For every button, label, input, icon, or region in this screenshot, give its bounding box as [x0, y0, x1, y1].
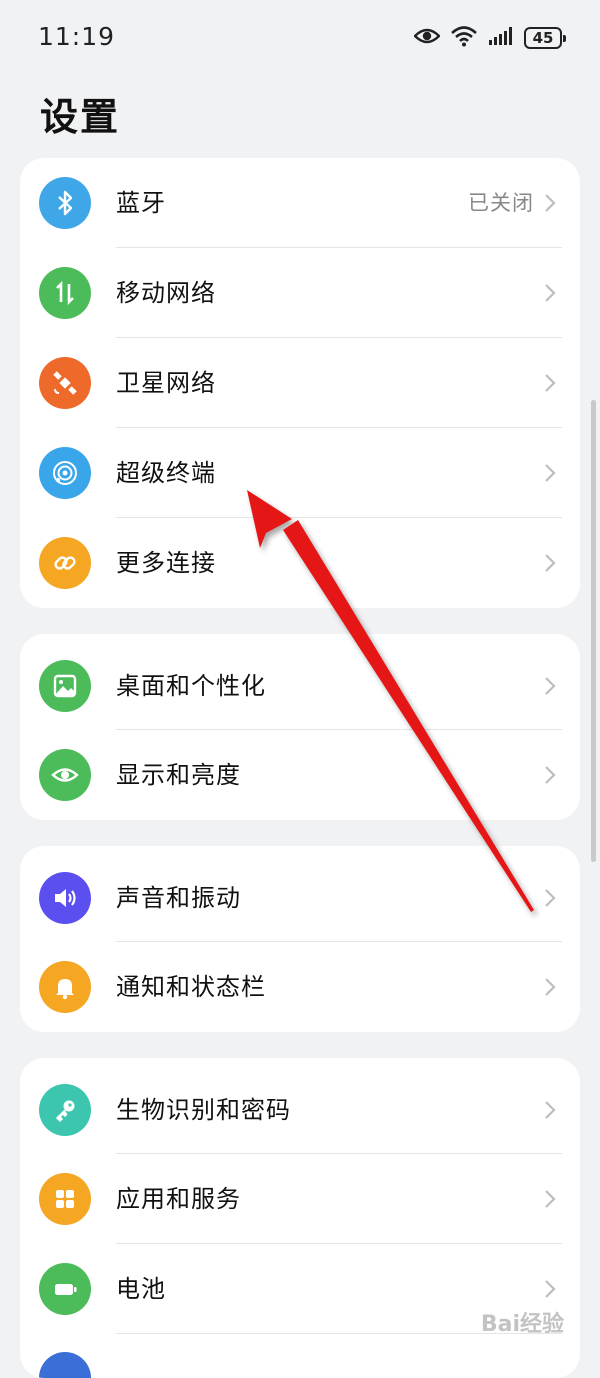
next-item-icon [39, 1352, 91, 1378]
annotation-arrow-icon [247, 490, 534, 912]
watermark: Bai经验 [480, 1312, 564, 1337]
